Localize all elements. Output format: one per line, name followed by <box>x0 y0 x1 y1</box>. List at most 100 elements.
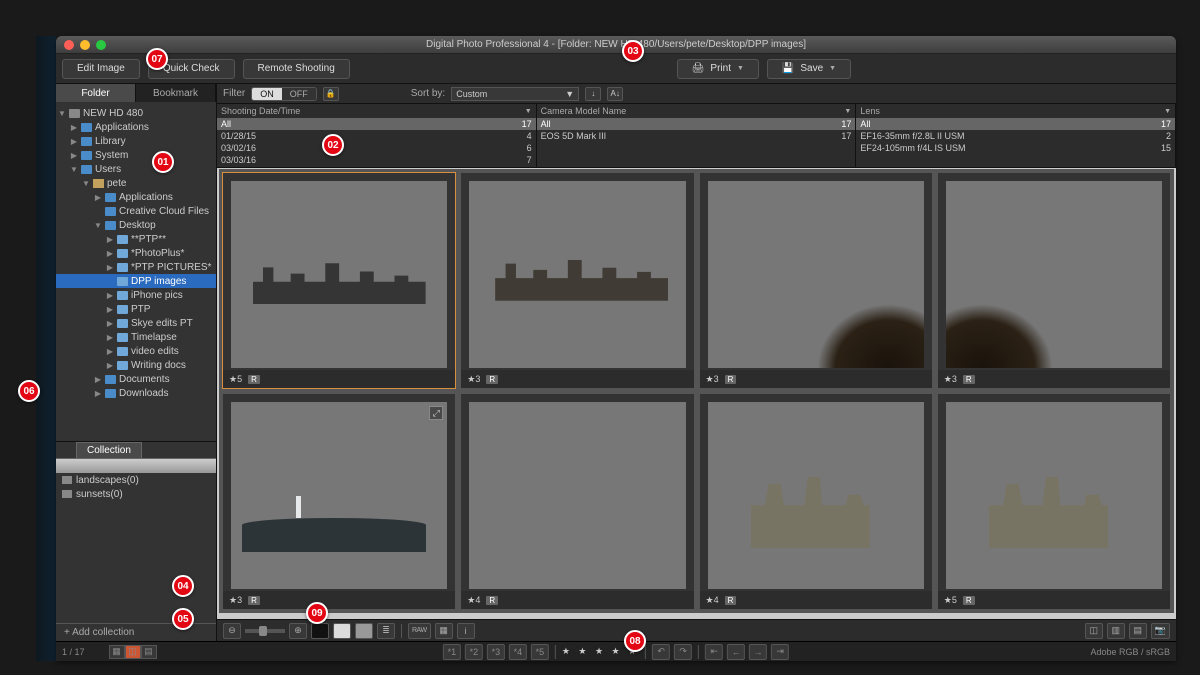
add-collection-button[interactable]: + Add collection <box>56 623 216 641</box>
meta-row[interactable]: EOS 5D Mark III17 <box>537 130 856 142</box>
window-titlebar[interactable]: Digital Photo Professional 4 - [Folder: … <box>56 36 1176 54</box>
grid-button[interactable]: ▦ <box>435 623 453 639</box>
meta-row[interactable]: All17 <box>537 118 856 130</box>
meta-row[interactable]: All17 <box>217 118 536 130</box>
minimize-icon[interactable] <box>80 40 90 50</box>
tree-node[interactable]: ▶Applications <box>56 120 216 134</box>
check5[interactable]: *5 <box>531 644 549 660</box>
lock-icon[interactable]: 🔒 <box>323 87 339 101</box>
thumbnail[interactable]: ★5R <box>223 173 455 388</box>
sort-dropdown[interactable]: Custom▼ <box>451 87 579 101</box>
zoom-out-button[interactable]: ⊖ <box>223 623 241 639</box>
zoom-icon[interactable] <box>96 40 106 50</box>
thumbnail-grid[interactable]: ★5R★3R★3R★3R⤢★3R★4R★4R★5R <box>217 168 1176 615</box>
thumbnail[interactable]: ★5R <box>938 394 1170 609</box>
quick-check-button[interactable]: Quick Check <box>148 59 235 79</box>
filter-on[interactable]: ON <box>252 88 282 100</box>
thumbnail[interactable]: ★3R <box>700 173 932 388</box>
filter-off[interactable]: OFF <box>282 88 316 100</box>
save-button[interactable]: 💾Save▼ <box>767 59 851 79</box>
zoom-in-button[interactable]: ⊕ <box>289 623 307 639</box>
tree-node[interactable]: ▶Downloads <box>56 386 216 400</box>
meta-row[interactable]: 03/02/166 <box>217 142 536 154</box>
tree-node[interactable]: ▶**PTP** <box>56 232 216 246</box>
meta-row[interactable]: EF16-35mm f/2.8L II USM2 <box>856 130 1175 142</box>
tree-node[interactable]: Creative Cloud Files <box>56 204 216 218</box>
tree-node-disk[interactable]: ▼NEW HD 480 <box>56 106 216 120</box>
sort-az-button[interactable]: A↓ <box>607 87 623 101</box>
check1[interactable]: *1 <box>443 644 461 660</box>
tree-node[interactable]: ▶Timelapse <box>56 330 216 344</box>
thumbnail[interactable]: ★4R <box>461 394 693 609</box>
view-switch[interactable]: ▦ ◫ ▤ <box>109 645 157 659</box>
panel-toggle-1[interactable]: ◫ <box>1085 623 1103 639</box>
tree-node[interactable]: ▶*PTP PICTURES* <box>56 260 216 274</box>
tree-node-user[interactable]: ▼pete <box>56 176 216 190</box>
zoom-slider[interactable] <box>245 629 285 633</box>
tree-node[interactable]: ▶Skye edits PT <box>56 316 216 330</box>
tree-node[interactable]: ▶iPhone pics <box>56 288 216 302</box>
tree-node[interactable]: ▶System <box>56 148 216 162</box>
fwd-button[interactable]: → <box>749 644 767 660</box>
expand-icon[interactable]: ⤢ <box>429 406 443 420</box>
folder-tree[interactable]: ▼NEW HD 480 ▶Applications ▶Library ▶Syst… <box>56 102 216 441</box>
rotate-right-button[interactable]: ↷ <box>674 644 692 660</box>
meta-list-date[interactable]: All1701/28/15403/02/16603/03/167 <box>217 118 537 167</box>
tree-node[interactable]: ▼Users <box>56 162 216 176</box>
edit-image-button[interactable]: Edit Image <box>62 59 140 79</box>
back-button[interactable]: ← <box>727 644 745 660</box>
camera-icon[interactable]: 📷 <box>1151 623 1170 639</box>
close-icon[interactable] <box>64 40 74 50</box>
collection-item[interactable]: sunsets(0) <box>56 487 216 501</box>
star-rating[interactable]: ★ ★ ★ ★ ★ <box>562 646 639 657</box>
tab-collection[interactable]: Collection <box>76 442 142 458</box>
collection-item[interactable]: landscapes(0) <box>56 473 216 487</box>
tree-node[interactable]: ▶*PhotoPlus* <box>56 246 216 260</box>
meta-row[interactable]: 01/28/154 <box>217 130 536 142</box>
raw-filter-button[interactable]: RAW <box>408 623 431 639</box>
check3[interactable]: *3 <box>487 644 505 660</box>
traffic-lights[interactable] <box>64 40 106 50</box>
remote-shooting-button[interactable]: Remote Shooting <box>243 59 350 79</box>
tree-node[interactable]: ▶Writing docs <box>56 358 216 372</box>
meta-header-date[interactable]: Shooting Date/Time▼ <box>217 104 537 118</box>
tree-node[interactable]: ▶video edits <box>56 344 216 358</box>
next-button[interactable]: ⇥ <box>771 644 789 660</box>
detail-view-icon[interactable]: ▤ <box>141 645 157 659</box>
tab-bookmark[interactable]: Bookmark <box>136 84 216 102</box>
thumbnail[interactable]: ★4R <box>700 394 932 609</box>
meta-list-camera[interactable]: All17EOS 5D Mark III17 <box>537 118 857 167</box>
thumbnail[interactable]: ⤢★3R <box>223 394 455 609</box>
tree-node[interactable]: ▶Documents <box>56 372 216 386</box>
meta-header-camera[interactable]: Camera Model Name▼ <box>537 104 857 118</box>
meta-row[interactable]: EF24-105mm f/4L IS USM15 <box>856 142 1175 154</box>
meta-row[interactable]: All17 <box>856 118 1175 130</box>
print-button[interactable]: 🖨Print▼ <box>677 59 759 79</box>
check4[interactable]: *4 <box>509 644 527 660</box>
tree-node-selected[interactable]: DPP images <box>56 274 216 288</box>
tab-folder[interactable]: Folder <box>56 84 136 102</box>
panel-toggle-3[interactable]: ▤ <box>1129 623 1147 639</box>
meta-list-lens[interactable]: All17EF16-35mm f/2.8L II USM2EF24-105mm … <box>856 118 1176 167</box>
check2[interactable]: *2 <box>465 644 483 660</box>
bg-black-button[interactable] <box>311 623 329 639</box>
thumbnail[interactable]: ★3R <box>938 173 1170 388</box>
prev-button[interactable]: ⇤ <box>705 644 723 660</box>
split-view-icon[interactable]: ◫ <box>125 645 141 659</box>
tree-node[interactable]: ▼Desktop <box>56 218 216 232</box>
panel-toggle-2[interactable]: ▥ <box>1107 623 1125 639</box>
thumbnail[interactable]: ★3R <box>461 173 693 388</box>
filter-toggle[interactable]: ON OFF <box>251 87 317 101</box>
tree-node[interactable]: ▶Applications <box>56 190 216 204</box>
list-view-button[interactable]: ≣ <box>377 623 395 639</box>
tree-node[interactable]: ▶PTP <box>56 302 216 316</box>
bg-light-button[interactable] <box>355 623 373 639</box>
tree-node[interactable]: ▶Library <box>56 134 216 148</box>
bg-gray-button[interactable] <box>333 623 351 639</box>
meta-header-lens[interactable]: Lens▼ <box>856 104 1176 118</box>
sort-asc-button[interactable]: ↓ <box>585 87 601 101</box>
meta-row[interactable]: 03/03/167 <box>217 154 536 166</box>
grid-view-icon[interactable]: ▦ <box>109 645 125 659</box>
rotate-left-button[interactable]: ↶ <box>652 644 670 660</box>
info-button[interactable]: i <box>457 623 475 639</box>
